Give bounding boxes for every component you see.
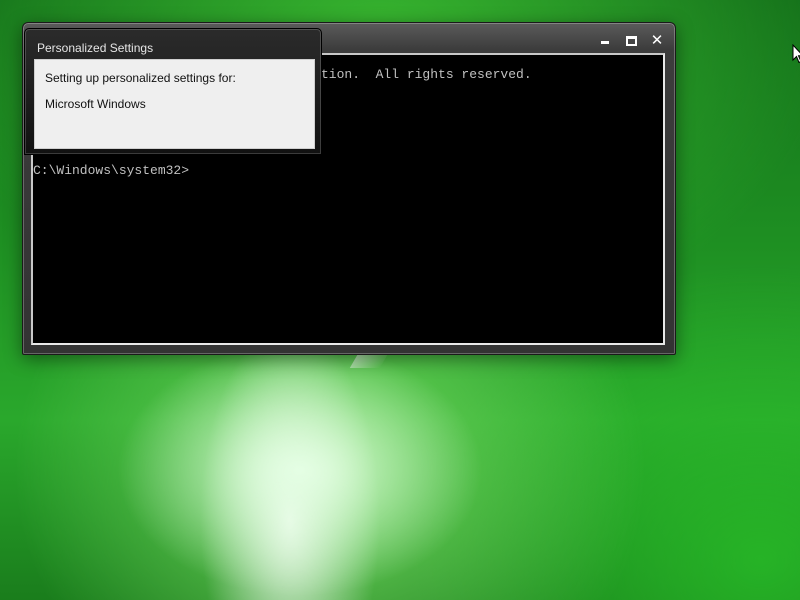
personalized-settings-window: Personalized Settings Setting up persona… <box>24 28 322 155</box>
personalized-settings-body: Setting up personalized settings for: Mi… <box>34 59 315 149</box>
window-controls: ✕ <box>597 33 665 48</box>
console-prompt-line: C:\Windows\system32> <box>33 163 190 178</box>
setup-component-text: Microsoft Windows <box>45 97 146 111</box>
minimize-icon[interactable] <box>597 33 613 47</box>
maximize-icon[interactable] <box>623 33 639 47</box>
personalized-settings-title: Personalized Settings <box>37 41 154 55</box>
console-copyright-line: tion. All rights reserved. <box>321 67 532 82</box>
close-icon[interactable]: ✕ <box>649 33 665 48</box>
setup-status-text: Setting up personalized settings for: <box>45 71 236 85</box>
